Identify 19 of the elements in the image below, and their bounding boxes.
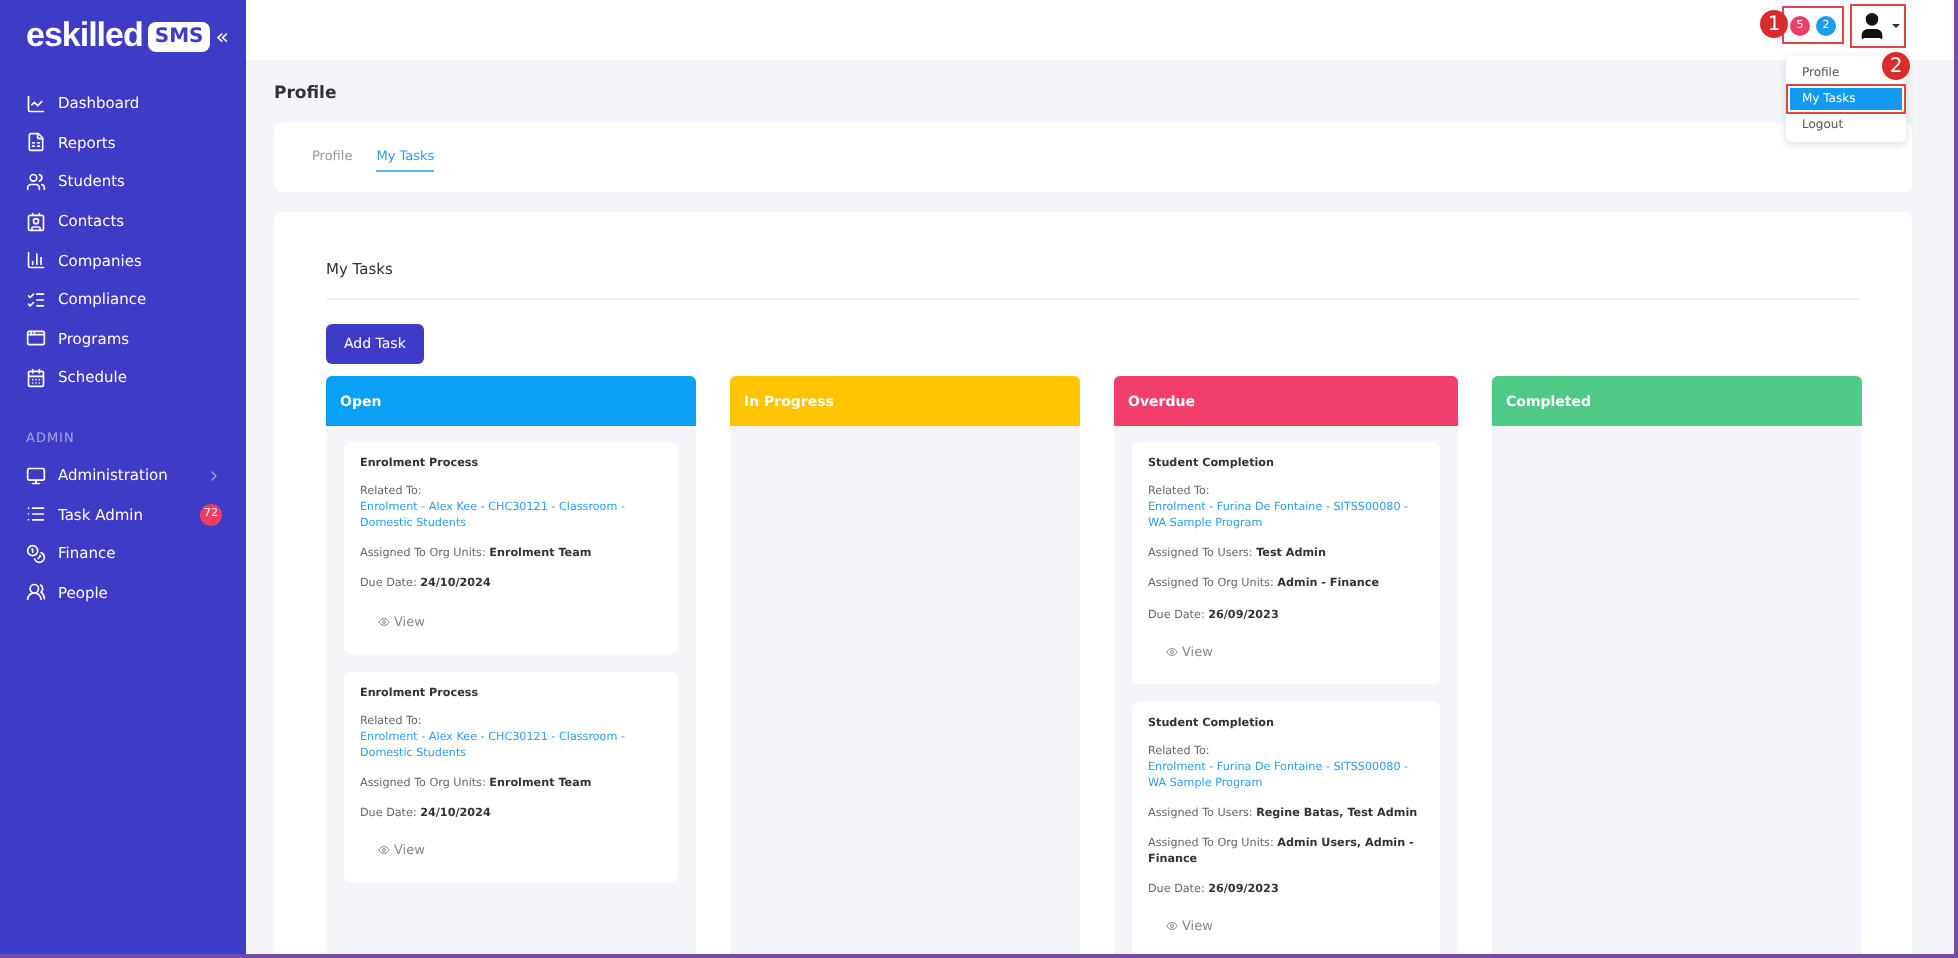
monitor-icon [26, 465, 46, 486]
bar-chart-icon [26, 250, 46, 271]
eye-icon [378, 615, 390, 628]
users-icon [26, 171, 46, 192]
users-icon [26, 582, 46, 603]
collapse-button[interactable]: « [215, 23, 229, 49]
eye-icon [378, 844, 390, 857]
coins-icon [26, 543, 46, 564]
logo-text: eskilled [26, 16, 143, 56]
window-icon [26, 328, 46, 349]
checklist-icon [26, 289, 46, 310]
list-icon [26, 504, 46, 525]
eye-icon [1166, 920, 1178, 933]
line-chart-icon [26, 93, 46, 114]
eye-icon [1166, 645, 1178, 658]
logo-badge: SMS [148, 21, 210, 51]
contact-icon [26, 211, 46, 232]
page-title: Profile [274, 84, 337, 104]
calendar-icon [26, 367, 46, 388]
